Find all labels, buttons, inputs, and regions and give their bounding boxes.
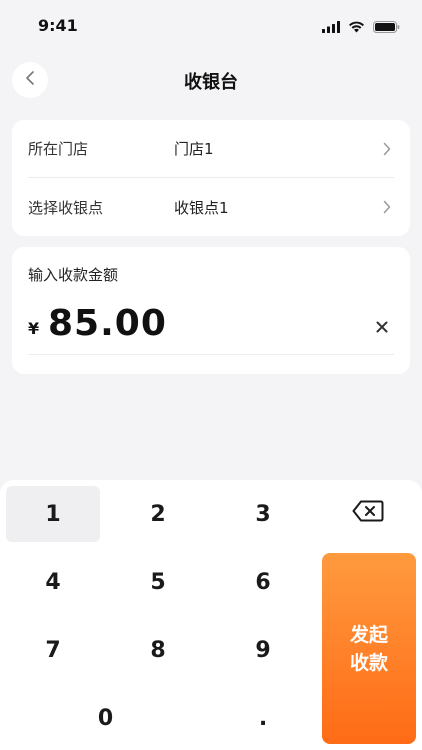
key-7[interactable]: 7 [6,622,100,678]
key-5[interactable]: 5 [111,554,205,610]
key-1[interactable]: 1 [6,486,100,542]
key-9[interactable]: 9 [216,622,310,678]
chevron-right-icon [380,200,394,214]
amount-value: 85.00 [48,303,167,344]
start-payment-label-line1: 发起 [349,623,388,646]
battery-icon [373,18,400,37]
start-payment-button[interactable]: 发起 收款 [322,553,416,744]
status-icons [322,18,400,37]
page-title: 收银台 [184,72,238,93]
clear-amount-button[interactable] [372,317,392,337]
amount-card: 输入收款金额 ¥ 85.00 [12,247,410,374]
store-value: 门店1 [174,140,214,158]
cellular-signal-icon [322,18,340,37]
store-label: 所在门店 [28,140,89,158]
amount-label: 输入收款金额 [28,266,119,284]
key-2[interactable]: 2 [111,486,205,542]
store-card: 所在门店 门店1 选择收银点 收银点1 [12,120,410,236]
key-8[interactable]: 8 [111,622,205,678]
key-6[interactable]: 6 [216,554,310,610]
nav-bar: 收银台 [0,58,422,104]
store-row[interactable]: 所在门店 门店1 [28,120,394,178]
start-payment-label-line2: 收款 [349,651,388,674]
wifi-icon [348,18,365,37]
backspace-button[interactable] [321,486,415,542]
amount-input[interactable]: ¥ 85.00 [28,297,394,355]
chevron-right-icon [380,142,394,156]
key-0[interactable]: 0 [6,690,205,746]
cashier-point-value: 收银点1 [174,198,229,217]
key-3[interactable]: 3 [216,486,310,542]
cashier-point-row[interactable]: 选择收银点 收银点1 [28,178,394,236]
status-time: 9:41 [38,16,78,35]
numeric-keypad: 1 2 3 4 5 6 7 8 9 0 . 发起 收款 [0,480,422,750]
cashier-point-label: 选择收银点 [28,198,104,217]
backspace-icon [352,500,384,528]
close-icon [376,318,388,337]
currency-symbol: ¥ [28,319,40,338]
key-dot[interactable]: . [216,690,310,746]
status-bar: 9:41 [0,0,422,52]
key-4[interactable]: 4 [6,554,100,610]
